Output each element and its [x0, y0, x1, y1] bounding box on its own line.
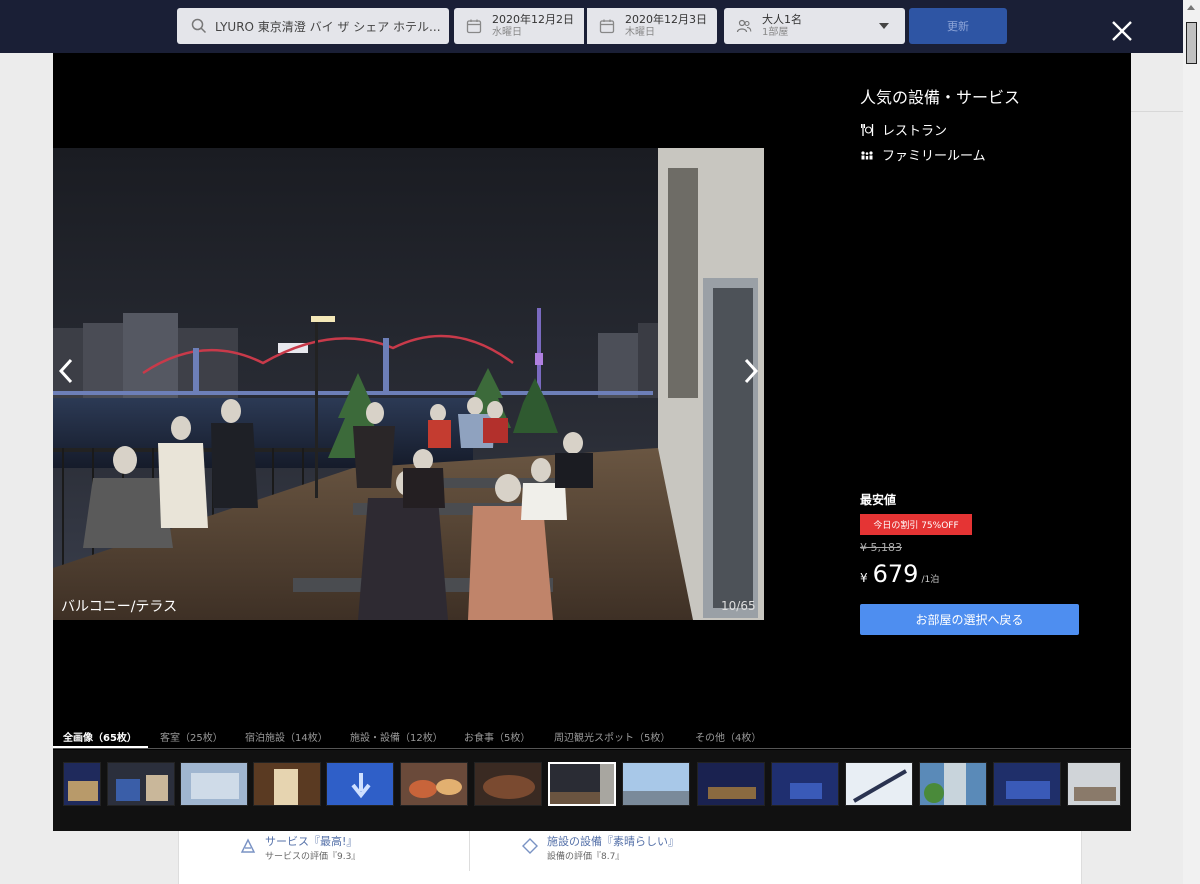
calendar-icon [466, 19, 482, 34]
thumbnail[interactable] [474, 762, 542, 806]
currency-symbol: ¥ [860, 571, 868, 585]
amenity-restaurant: レストラン [860, 120, 947, 139]
facility-rating-title: 施設の設備『素晴らしい』 [547, 835, 679, 848]
background-divider [469, 831, 470, 871]
tab-facilities[interactable]: 施設・設備（12枚） [350, 729, 443, 744]
thumbnail[interactable] [1067, 762, 1121, 806]
checkin-date-field[interactable]: 2020年12月2日 水曜日 [454, 8, 584, 44]
search-icon [191, 18, 207, 34]
facility-icon [522, 838, 538, 854]
background-page [1131, 53, 1183, 884]
thumbnail[interactable] [919, 762, 987, 806]
page-scrollbar[interactable] [1183, 0, 1200, 884]
hotel-search-input[interactable]: LYURO 東京清澄 バイ ザ シェア ホテル... [177, 8, 449, 44]
hotel-search-value: LYURO 東京清澄 バイ ザ シェア ホテル... [215, 19, 441, 34]
tab-rooms[interactable]: 客室（25枚） [160, 729, 223, 744]
thumbnail[interactable] [771, 762, 839, 806]
tab-other[interactable]: その他（4枚） [695, 729, 761, 744]
facility-rating: 施設の設備『素晴らしい』 設備の評価『8.7』 [521, 833, 679, 862]
thumbnail[interactable] [107, 762, 175, 806]
original-price: ¥ 5,183 [860, 541, 902, 554]
terrace-night-photo [53, 148, 764, 620]
thumbnail[interactable] [253, 762, 321, 806]
photo-counter: 10/65 [721, 599, 756, 613]
thumbnail[interactable] [326, 762, 394, 806]
close-icon[interactable] [1110, 19, 1134, 43]
chevron-down-icon [879, 23, 889, 29]
tab-nearby-spots[interactable]: 周辺観光スポット（5枚） [554, 729, 670, 744]
discount-badge: 今日の割引 75%OFF [860, 514, 972, 535]
main-photo [53, 148, 764, 620]
adults-count: 大人1名 [762, 12, 802, 26]
photo-gallery-modal: バルコニー/テラス 10/65 人気の設備・サービス レストラン ファミリールー… [53, 53, 1131, 831]
amenity-family-room: ファミリールーム [860, 145, 986, 164]
tab-dining[interactable]: お食事（5枚） [464, 729, 530, 744]
scrollbar-thumb[interactable] [1186, 22, 1197, 64]
checkout-date-field[interactable]: 2020年12月3日 木曜日 [587, 8, 717, 44]
amenity-label: ファミリールーム [882, 149, 986, 164]
search-bar: LYURO 東京清澄 バイ ザ シェア ホテル... 2020年12月2日 水曜… [0, 0, 1200, 53]
guests-rooms-select[interactable]: 大人1名 1部屋 [724, 8, 905, 44]
update-button[interactable]: 更新 [909, 8, 1007, 44]
amenity-label: レストラン [882, 124, 948, 139]
thumbnail-selected[interactable] [548, 762, 616, 806]
checkout-weekday: 木曜日 [625, 26, 655, 38]
thumbnail[interactable] [845, 762, 913, 806]
active-tab-indicator [53, 746, 148, 748]
lowest-price-label: 最安値 [860, 493, 897, 507]
rooms-count: 1部屋 [762, 26, 789, 38]
facility-rating-sub: 設備の評価『8.7』 [547, 852, 625, 862]
family-icon [861, 150, 873, 159]
thumbnail[interactable] [63, 762, 101, 806]
thumbnail-strip [53, 750, 1131, 831]
photo-caption: バルコニー/テラス [61, 599, 178, 615]
service-rating-title: サービス『最高!』 [265, 835, 358, 848]
photo-category-tabs: 全画像（65枚） 客室（25枚） 宿泊施設（14枚） 施設・設備（12枚） お食… [53, 725, 1131, 749]
checkin-weekday: 水曜日 [492, 26, 522, 38]
people-icon [736, 19, 752, 33]
calendar-icon [599, 19, 615, 34]
thumbnail[interactable] [993, 762, 1061, 806]
price-unit: /1泊 [921, 575, 940, 585]
thumbnail[interactable] [180, 762, 248, 806]
checkout-date: 2020年12月3日 [625, 12, 707, 26]
service-icon [240, 838, 256, 853]
checkin-date: 2020年12月2日 [492, 12, 574, 26]
thumbnail[interactable] [622, 762, 690, 806]
tab-property[interactable]: 宿泊施設（14枚） [245, 729, 328, 744]
previous-photo-icon[interactable] [58, 358, 74, 384]
scroll-up-icon[interactable] [1187, 5, 1195, 10]
restaurant-icon [861, 123, 874, 136]
tab-all-photos[interactable]: 全画像（65枚） [63, 729, 137, 744]
next-photo-icon[interactable] [743, 358, 759, 384]
service-rating-sub: サービスの評価『9.3』 [265, 852, 361, 862]
thumbnail[interactable] [697, 762, 765, 806]
price-value: 679 [872, 560, 919, 588]
back-to-room-selection-button[interactable]: お部屋の選択へ戻る [860, 604, 1079, 635]
current-price: ¥ 679 /1泊 [860, 560, 939, 588]
thumbnail[interactable] [400, 762, 468, 806]
service-rating: サービス『最高!』 サービスの評価『9.3』 [239, 833, 360, 862]
amenities-title: 人気の設備・サービス [860, 88, 1021, 107]
background-divider [1131, 111, 1183, 112]
background-review-card: サービス『最高!』 サービスの評価『9.3』 施設の設備『素晴らしい』 設備の評… [178, 831, 1082, 884]
